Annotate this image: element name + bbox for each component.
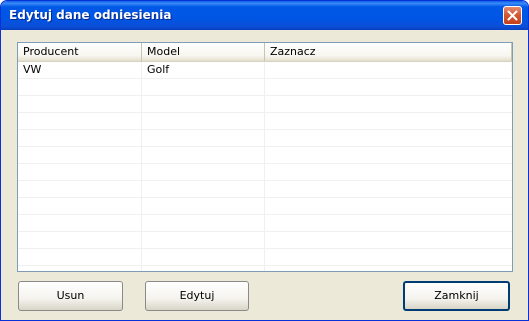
empty-row [18,164,512,181]
cell-producent: VW [18,62,142,78]
cell-model: Golf [142,62,265,78]
table-row[interactable]: VW Golf [18,62,512,79]
empty-row [18,113,512,130]
empty-row [18,130,512,147]
close-icon [507,10,518,21]
close-window-button[interactable] [503,6,522,25]
dialog-window: Edytuj dane odniesienia Producent Model … [0,0,529,321]
empty-row [18,79,512,96]
empty-row [18,249,512,266]
empty-row [18,181,512,198]
column-header-zaznacz[interactable]: Zaznacz [265,43,512,61]
window-title: Edytuj dane odniesienia [9,8,172,22]
close-button[interactable]: Zamknij [403,281,510,311]
empty-row [18,96,512,113]
column-header-model[interactable]: Model [142,43,265,61]
empty-row [18,232,512,249]
empty-row [18,266,512,271]
column-header-producent[interactable]: Producent [18,43,142,61]
reference-data-list[interactable]: Producent Model Zaznacz VW Golf [17,42,513,272]
empty-row [18,215,512,232]
cell-zaznacz [265,62,512,78]
dialog-client-area: Producent Model Zaznacz VW Golf Usun Edy… [4,30,525,317]
list-header: Producent Model Zaznacz [18,43,512,62]
list-rows: VW Golf [18,62,512,271]
title-bar[interactable]: Edytuj dane odniesienia [1,1,528,30]
edit-button[interactable]: Edytuj [145,281,249,311]
empty-row [18,147,512,164]
empty-row [18,198,512,215]
delete-button[interactable]: Usun [18,281,123,311]
